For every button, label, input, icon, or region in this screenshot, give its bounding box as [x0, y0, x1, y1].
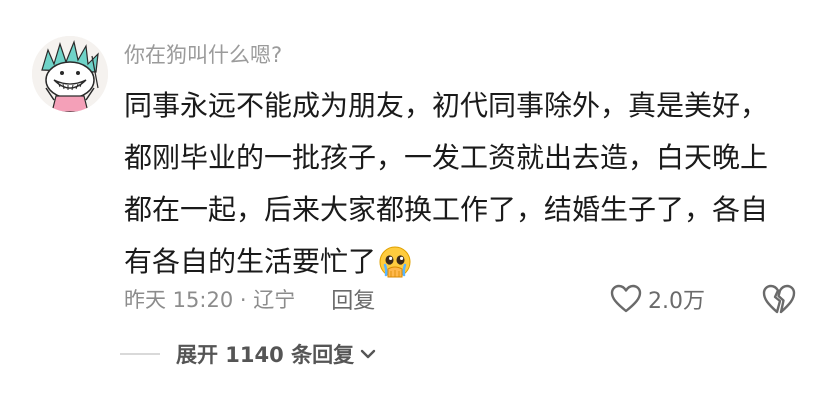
comment-line: 都在一起，后来大家都换工作了，结婚生子了，各自: [124, 193, 769, 226]
like-count: 2.0万: [648, 289, 705, 314]
comment-line: 都刚毕业的一批孩子，一发工资就出去造，白天晚上: [124, 141, 769, 174]
comment-text: 同事永远不能成为朋友，初代同事除外，真是美好， 都刚毕业的一批孩子，一发工资就出…: [124, 80, 804, 296]
broken-heart-icon: [762, 284, 796, 314]
comment-line: 同事永远不能成为朋友，初代同事除外，真是美好，: [124, 89, 769, 122]
avatar[interactable]: [32, 36, 108, 112]
divider: [120, 353, 160, 355]
time-location: 昨天 15:20 · 辽宁: [124, 288, 296, 312]
dislike-button[interactable]: [762, 283, 796, 315]
username[interactable]: 你在狗叫什么嗯?: [124, 40, 282, 70]
chevron-down-icon: [360, 345, 376, 364]
like-button[interactable]: 2.0万: [610, 281, 705, 317]
expand-replies-button[interactable]: 展开 1140 条回复: [120, 336, 376, 372]
comment-item: 你在狗叫什么嗯? 同事永远不能成为朋友，初代同事除外，真是美好， 都刚毕业的一批…: [0, 0, 828, 412]
heart-outline-icon: [610, 284, 642, 313]
expand-replies-label: 展开 1140 条回复: [176, 343, 355, 367]
reply-button[interactable]: 回复: [331, 283, 375, 315]
comment-line-text: 有各自的生活要忙了: [124, 245, 377, 278]
